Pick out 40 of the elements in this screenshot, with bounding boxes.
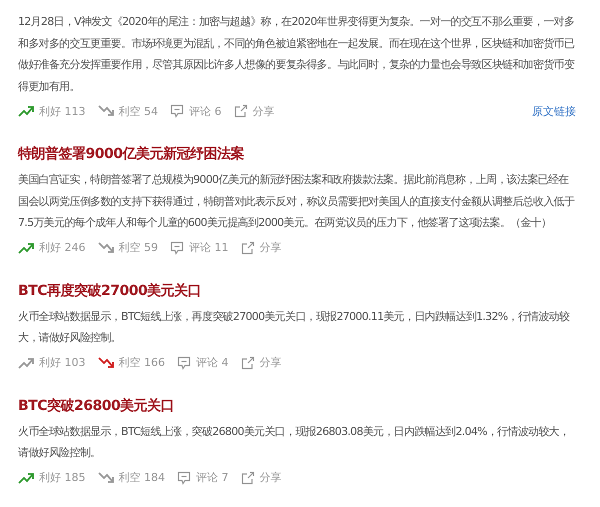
bearish-button[interactable]: 利空 54 (98, 104, 158, 118)
share-button[interactable]: 分享 (240, 240, 282, 255)
trend-up-icon (18, 472, 34, 484)
news-body: 火币全球站数据显示，BTC短线上涨，突破26800美元关口，现报26803.08美元，日内跌幅达到2.04%，行情波动较大，请做好风险控制。 (18, 424, 570, 461)
trend-down-icon (98, 356, 114, 368)
comment-button[interactable]: 评论 4 (177, 355, 228, 370)
news-title[interactable]: BTC再度突破27000美元关口 (18, 282, 202, 300)
bullish-button[interactable]: 利好 185 (18, 470, 86, 485)
bullish-button[interactable]: 利好 246 (18, 240, 86, 255)
news-body: 美国白宫证实，特朗普签署了总规模为9000亿美元的新冠纾困法案和政府拨款法案。据此前消息称，上周，该法案已经在国会以两党压倒多数的支持下获得通过，特朗普对此表示反对，称议员需要把对美国人的直接支付金额从调整后总收入低于7.5万美元的每个成年人和每个儿童的600美元提高到2000美元。在两党议员的压力下，他签署了这项法案。（金十） (18, 172, 576, 231)
trend-down-icon (98, 105, 114, 117)
trend-up-icon (18, 356, 34, 368)
share-icon (240, 470, 254, 484)
comment-icon (170, 240, 184, 254)
source-link[interactable]: 原文链接 (532, 104, 576, 118)
trend-down-icon (98, 242, 114, 254)
comment-button[interactable]: 评论 11 (170, 240, 228, 255)
trend-up-icon (18, 105, 34, 117)
bearish-button[interactable]: 利空 166 (98, 355, 165, 370)
comment-button[interactable]: 评论 7 (177, 470, 228, 485)
share-icon (234, 104, 248, 118)
bearish-button[interactable]: 利空 184 (98, 470, 165, 485)
share-icon (240, 356, 254, 370)
trend-down-icon (98, 472, 114, 484)
news-title[interactable]: 特朗普签署9000亿美元新冠纾困法案 (18, 145, 244, 163)
trend-up-icon (18, 242, 34, 254)
news-body: 火币全球站数据显示，BTC短线上涨，再度突破27000美元关口，现报27000.11美元，日内跌幅达到1.32%，行情波动较大，请做好风险控制。 (18, 308, 570, 346)
bullish-button[interactable]: 利好 113 (18, 104, 86, 118)
bullish-button[interactable]: 利好 103 (18, 355, 86, 370)
comment-icon (170, 104, 184, 118)
comment-icon (177, 470, 191, 484)
share-button[interactable]: 分享 (240, 470, 282, 485)
share-button[interactable]: 分享 (240, 355, 282, 370)
share-button[interactable]: 分享 (234, 104, 274, 118)
bearish-button[interactable]: 利空 59 (98, 240, 158, 255)
news-title[interactable]: BTC突破26800美元关口 (18, 396, 174, 414)
comment-button[interactable]: 评论 6 (170, 104, 222, 118)
news-body: 12月28日，V神发文《2020年的尾注：加密与超越》称，在2020年世界变得更为复杂。一对一的交互不那么重要，一对多和多对多的交互更重要。市场环境更为混乱，不同的角色被迫紧密地在一起发展。而在现在这个世界，区块链和加密货币已做好准备充分发挥重要作用，尽管其原因比许多人想像的要复杂得多。与此同时，复杂的力量也会导致区块链和加密货币变得更加有用。 (18, 14, 576, 94)
share-icon (240, 240, 254, 254)
comment-icon (177, 356, 191, 370)
